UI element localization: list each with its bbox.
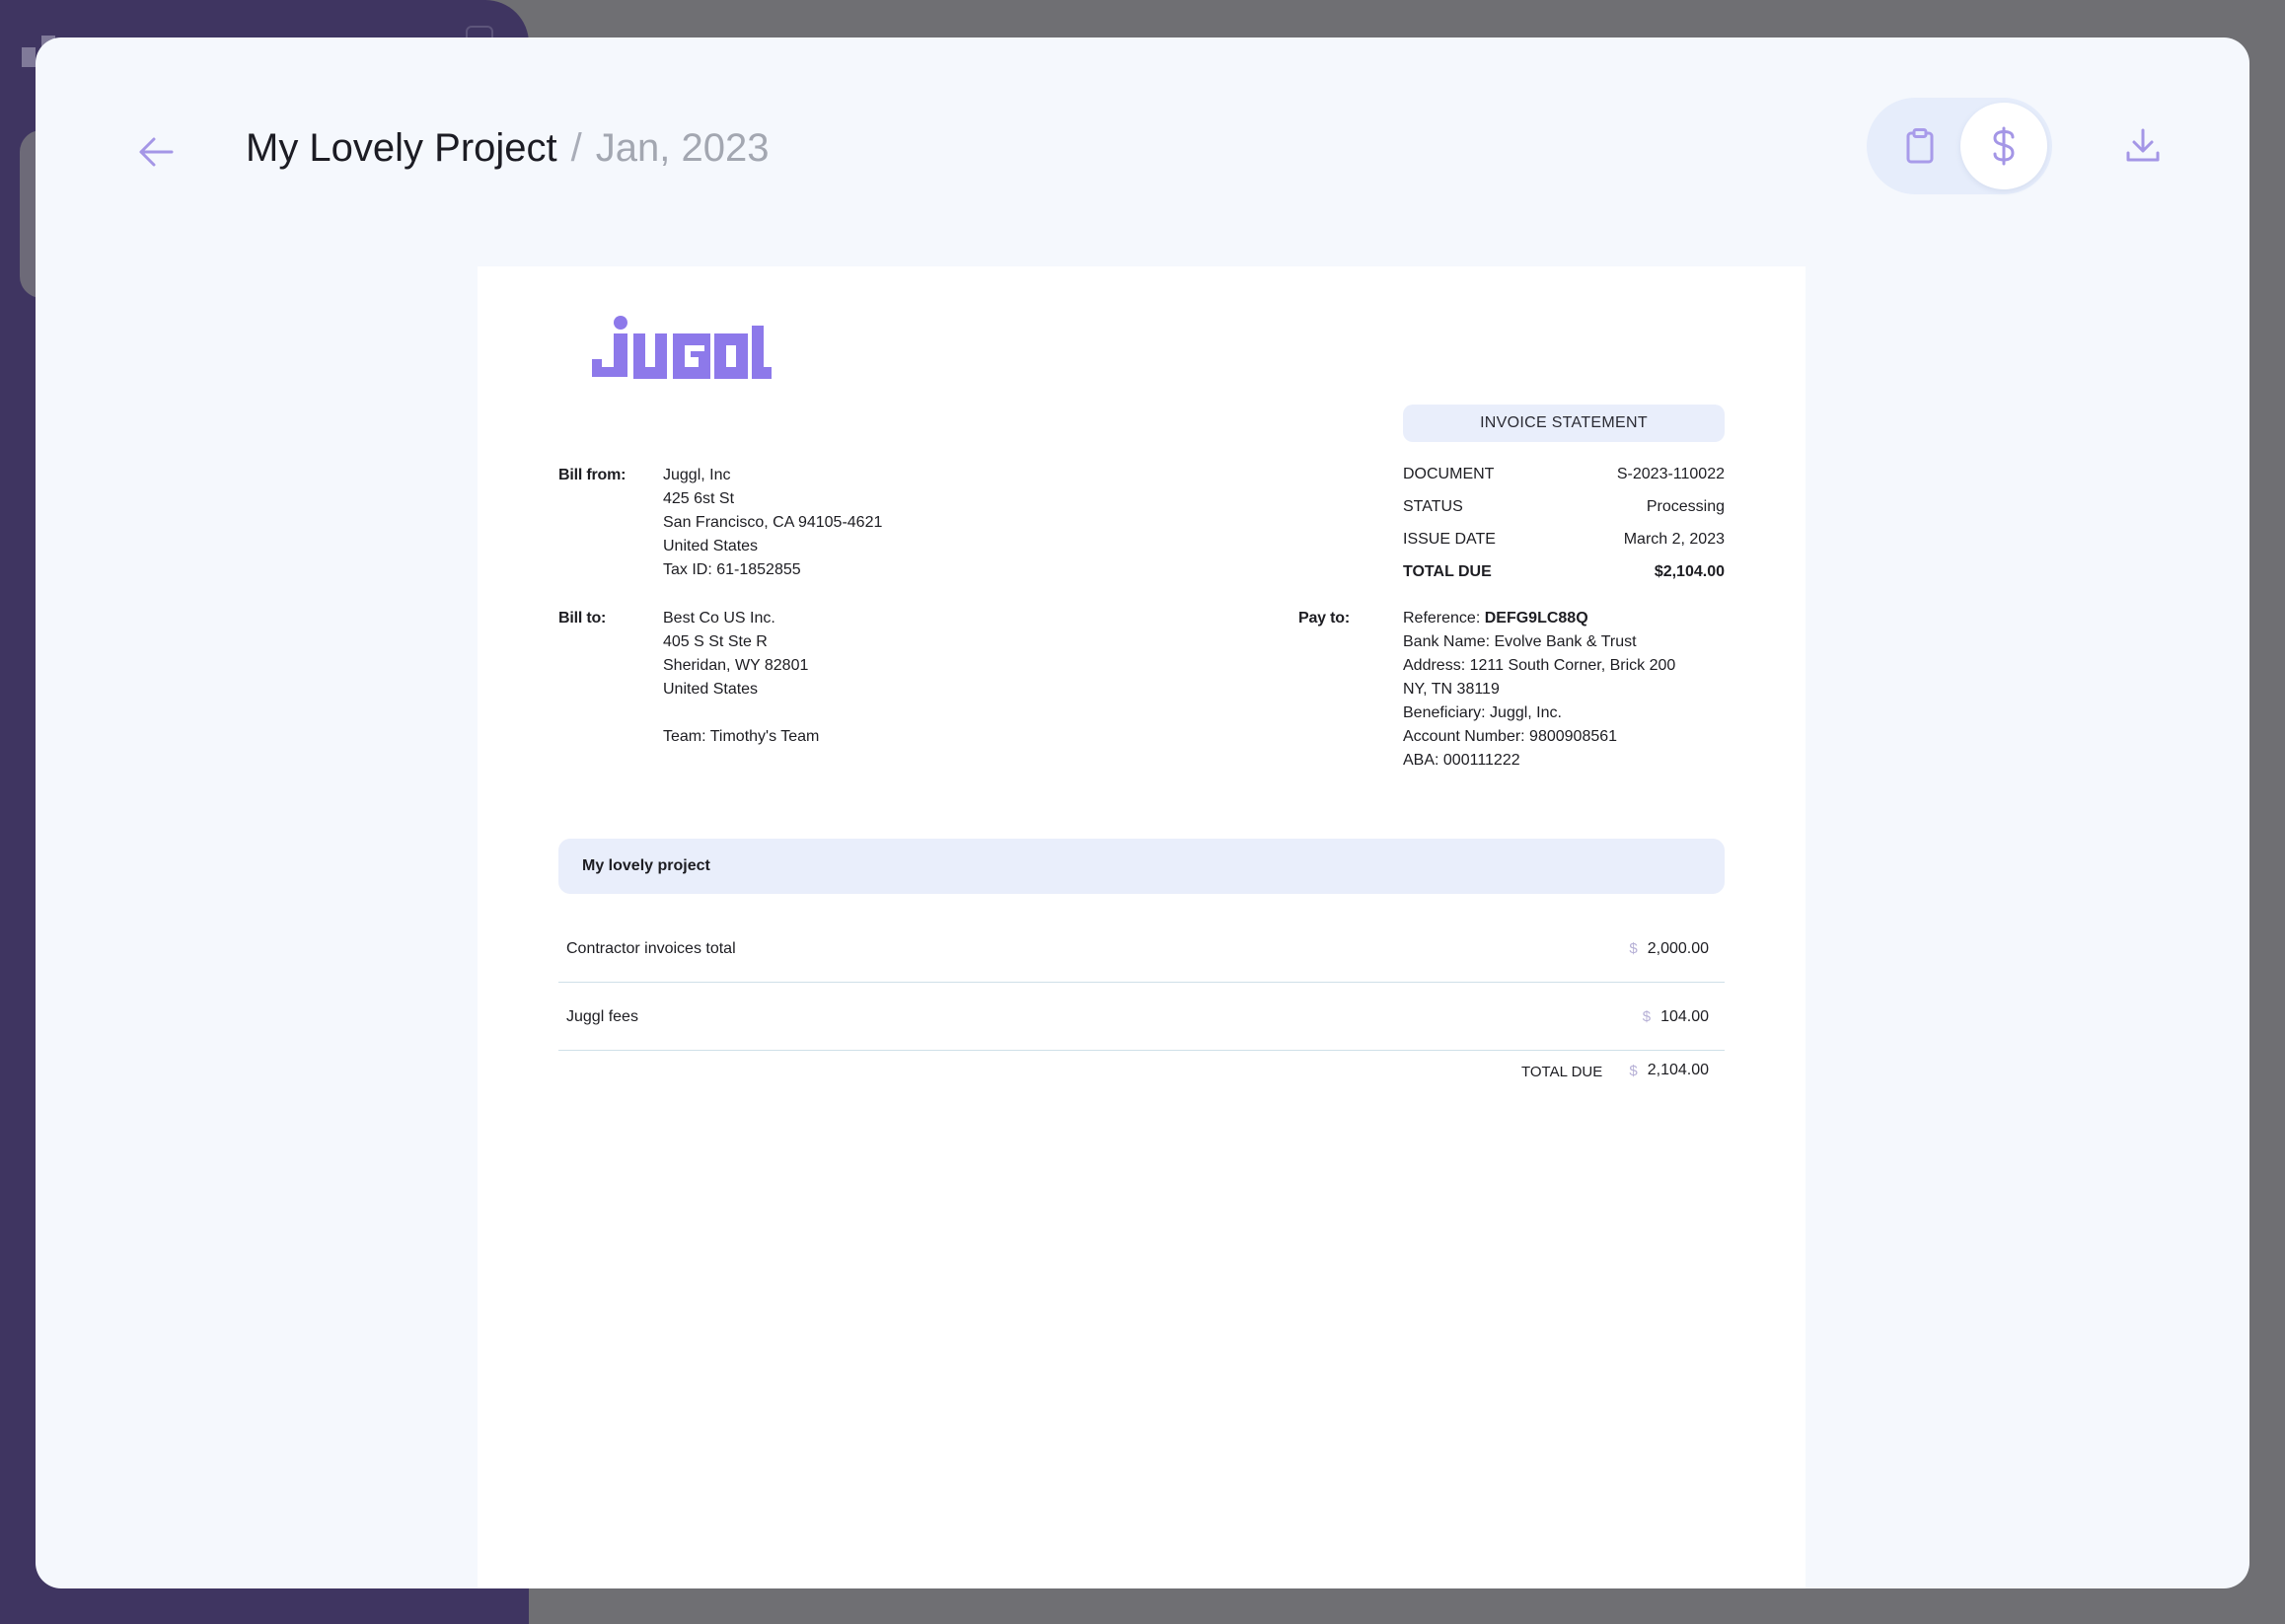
pay-to-line: Beneficiary: Juggl, Inc.: [1403, 704, 1562, 721]
invoice-meta: DOCUMENT S-2023-110022 STATUS Processing…: [1403, 463, 1725, 593]
download-button[interactable]: [2113, 116, 2173, 176]
bill-to-address: Best Co US Inc. 405 S St Ste R Sheridan,…: [663, 607, 819, 749]
bill-from-line: Juggl, Inc: [663, 467, 731, 483]
line-item-value: 2,000.00: [1647, 939, 1709, 957]
currency-symbol: $: [1629, 940, 1638, 957]
period-label: Jan, 2023: [595, 125, 770, 170]
total-due-label: TOTAL DUE: [1521, 1064, 1603, 1080]
bill-from-address: Juggl, Inc 425 6st St San Francisco, CA …: [663, 464, 882, 582]
pay-to-line: ABA: 000111222: [1403, 752, 1520, 769]
line-item-amount: $ 104.00: [1643, 1008, 1709, 1026]
invoice-view-button[interactable]: [1960, 103, 2047, 189]
bill-from-label: Bill from:: [558, 467, 627, 483]
bill-from-line: 425 6st St: [663, 490, 735, 507]
view-toggle: [1867, 98, 2052, 194]
clipboard-icon: [1906, 128, 1934, 164]
bill-to-line: Sheridan, WY 82801: [663, 657, 809, 674]
meta-value: $2,104.00: [1654, 563, 1725, 580]
invoice-statement-badge: INVOICE STATEMENT: [1403, 405, 1725, 442]
pay-to-line: NY, TN 38119: [1403, 681, 1500, 698]
currency-symbol: $: [1642, 1008, 1652, 1025]
details-view-button[interactable]: [1877, 103, 1963, 189]
breadcrumb: My Lovely Project / Jan, 2023: [246, 118, 770, 178]
total-due-amount: $ 2,104.00: [1629, 1062, 1709, 1079]
invoice-document: Bill from: Juggl, Inc 425 6st St San Fra…: [478, 266, 1806, 1588]
project-section-header: My lovely project: [558, 839, 1725, 894]
meta-label: ISSUE DATE: [1403, 531, 1496, 548]
pay-to-line: Account Number: 9800908561: [1403, 728, 1618, 745]
reference-label: Reference:: [1403, 610, 1485, 627]
dollar-icon: [1993, 126, 2015, 166]
meta-row-issue-date: ISSUE DATE March 2, 2023: [1403, 528, 1725, 560]
pay-to-label: Pay to:: [1298, 610, 1350, 627]
team-name: Team: Timothy's Team: [663, 728, 820, 745]
bill-to-line: 405 S St Ste R: [663, 633, 768, 650]
total-due-value: 2,104.00: [1647, 1062, 1709, 1078]
pay-to-details: Reference: DEFG9LC88Q Bank Name: Evolve …: [1403, 607, 1675, 773]
meta-value: March 2, 2023: [1623, 531, 1725, 548]
bill-to-label: Bill to:: [558, 610, 607, 627]
bill-from-line: San Francisco, CA 94105-4621: [663, 514, 883, 531]
project-title: My Lovely Project: [246, 125, 557, 170]
arrow-left-icon: [139, 137, 174, 167]
invoice-modal: My Lovely Project / Jan, 2023 Bill from:…: [36, 37, 2249, 1588]
meta-row-document: DOCUMENT S-2023-110022: [1403, 463, 1725, 495]
meta-label: STATUS: [1403, 498, 1463, 515]
reference-line: Reference: DEFG9LC88Q: [1403, 607, 1675, 630]
line-item-amount: $ 2,000.00: [1629, 940, 1709, 958]
meta-value: Processing: [1646, 498, 1725, 515]
line-item-value: 104.00: [1660, 1007, 1709, 1025]
reference-value: DEFG9LC88Q: [1484, 610, 1588, 627]
pay-to-line: Bank Name: Evolve Bank & Trust: [1403, 633, 1637, 650]
breadcrumb-separator: /: [570, 125, 582, 170]
bill-from-line: Tax ID: 61-1852855: [663, 561, 801, 578]
bill-to-line: United States: [663, 681, 759, 698]
meta-value: S-2023-110022: [1616, 466, 1725, 482]
line-item-label: Contractor invoices total: [566, 939, 736, 957]
pay-to-line: Address: 1211 South Corner, Brick 200: [1403, 657, 1676, 674]
line-item-label: Juggl fees: [566, 1007, 638, 1025]
meta-label: DOCUMENT: [1403, 466, 1495, 482]
bill-to-line: Best Co US Inc.: [663, 610, 775, 627]
meta-label: TOTAL DUE: [1403, 563, 1492, 580]
line-item: Contractor invoices total $ 2,000.00: [558, 916, 1725, 983]
bill-from-line: United States: [663, 538, 759, 554]
meta-row-total-due: TOTAL DUE $2,104.00: [1403, 560, 1725, 593]
juggl-logo: [588, 316, 772, 394]
modal-header: My Lovely Project / Jan, 2023: [36, 37, 2249, 255]
line-item: Juggl fees $ 104.00: [558, 984, 1725, 1051]
back-button[interactable]: [126, 122, 185, 182]
download-icon: [2126, 128, 2160, 162]
currency-symbol: $: [1629, 1062, 1638, 1079]
meta-row-status: STATUS Processing: [1403, 495, 1725, 528]
